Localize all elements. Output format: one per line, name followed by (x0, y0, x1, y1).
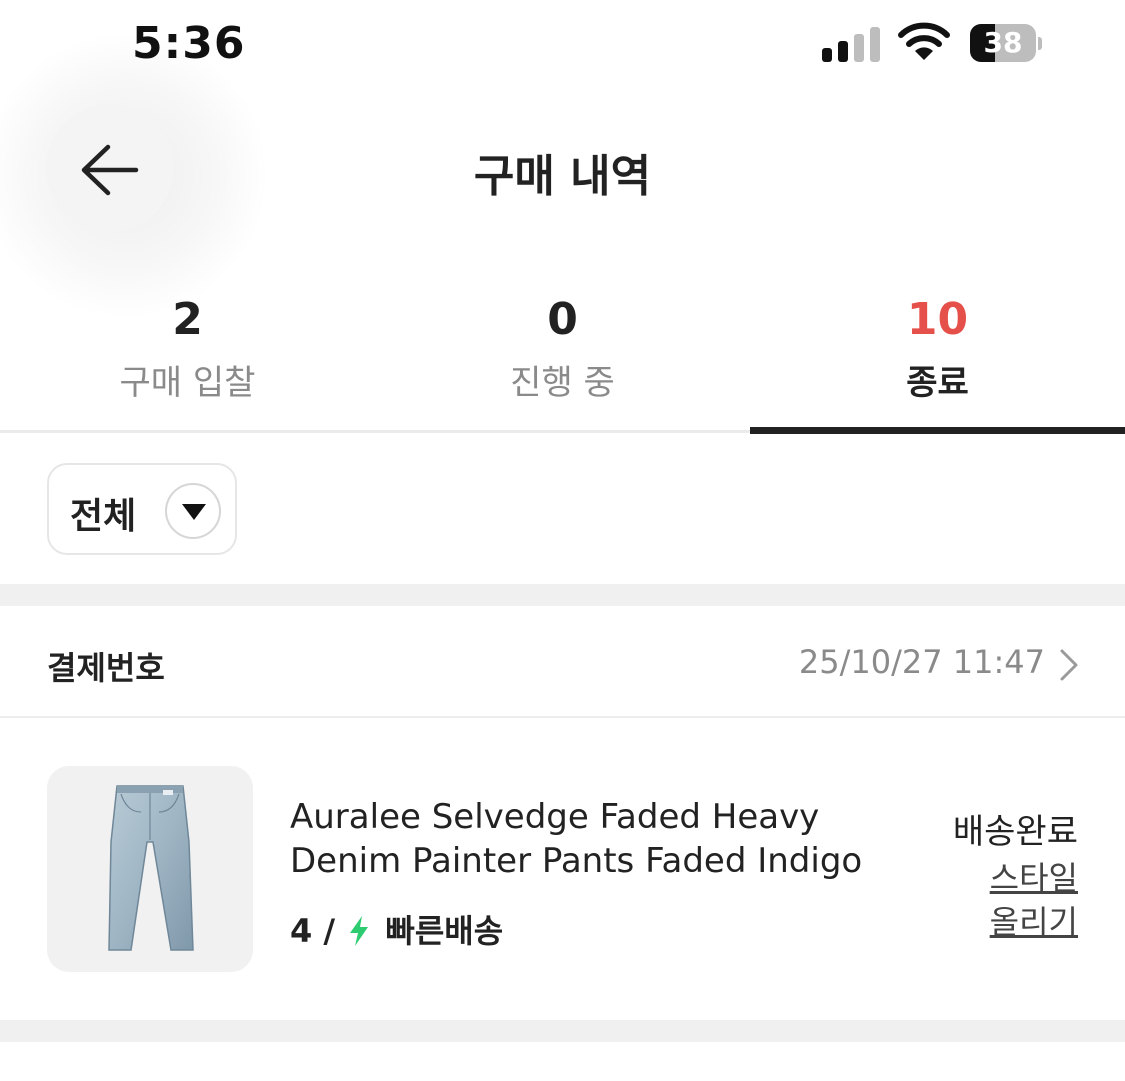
product-image[interactable] (47, 766, 253, 972)
jeans-icon (108, 785, 194, 951)
delivery-type: 빠른배송 (385, 912, 504, 950)
wifi-icon (898, 22, 950, 62)
chevron-right-icon (1060, 649, 1078, 685)
tab-label: 진행 중 (510, 363, 615, 403)
section-divider (0, 1020, 1125, 1042)
order-date: 25/10/27 11:47 (798, 643, 1045, 681)
upload-style-link[interactable]: 스타일 올리기 (958, 856, 1078, 944)
battery-body: 38 (970, 24, 1036, 62)
tab-label: 종료 (906, 363, 969, 403)
order-divider (0, 716, 1125, 718)
battery-tip (1038, 37, 1042, 50)
page-title: 구매 내역 (473, 151, 652, 202)
tab-count: 0 (547, 294, 578, 345)
tab-count: 10 (906, 294, 969, 345)
battery-level: 38 (983, 26, 1023, 59)
signal-icon (822, 26, 880, 62)
caret-down-icon (165, 483, 221, 539)
tab-completed[interactable]: 10 종료 (750, 290, 1125, 435)
order-number-redacted (186, 645, 446, 679)
active-tab-indicator (750, 427, 1125, 434)
tab-bidding[interactable]: 2 구매 입찰 (0, 290, 375, 435)
order-number-label: 결제번호 (47, 649, 165, 687)
filter-dropdown[interactable]: 전체 (47, 463, 237, 555)
order-header[interactable]: 결제번호 25/10/27 11:47 (0, 607, 1125, 717)
product-meta: 4 / 빠른배송 (290, 906, 504, 950)
product-size: 4 / (290, 912, 336, 950)
product-name[interactable]: Auralee Selvedge Faded Heavy Denim Paint… (290, 795, 870, 883)
section-divider (0, 584, 1125, 606)
battery-icon: 38 (970, 24, 1042, 64)
tab-in-progress[interactable]: 0 진행 중 (375, 290, 750, 435)
lightning-icon (348, 915, 370, 955)
delivery-status: 배송완료 (952, 812, 1078, 852)
tab-bar: 2 구매 입찰 0 진행 중 10 종료 (0, 290, 1125, 435)
tab-count: 2 (172, 294, 203, 345)
filter-label: 전체 (70, 496, 137, 537)
tab-label: 구매 입찰 (119, 363, 256, 403)
